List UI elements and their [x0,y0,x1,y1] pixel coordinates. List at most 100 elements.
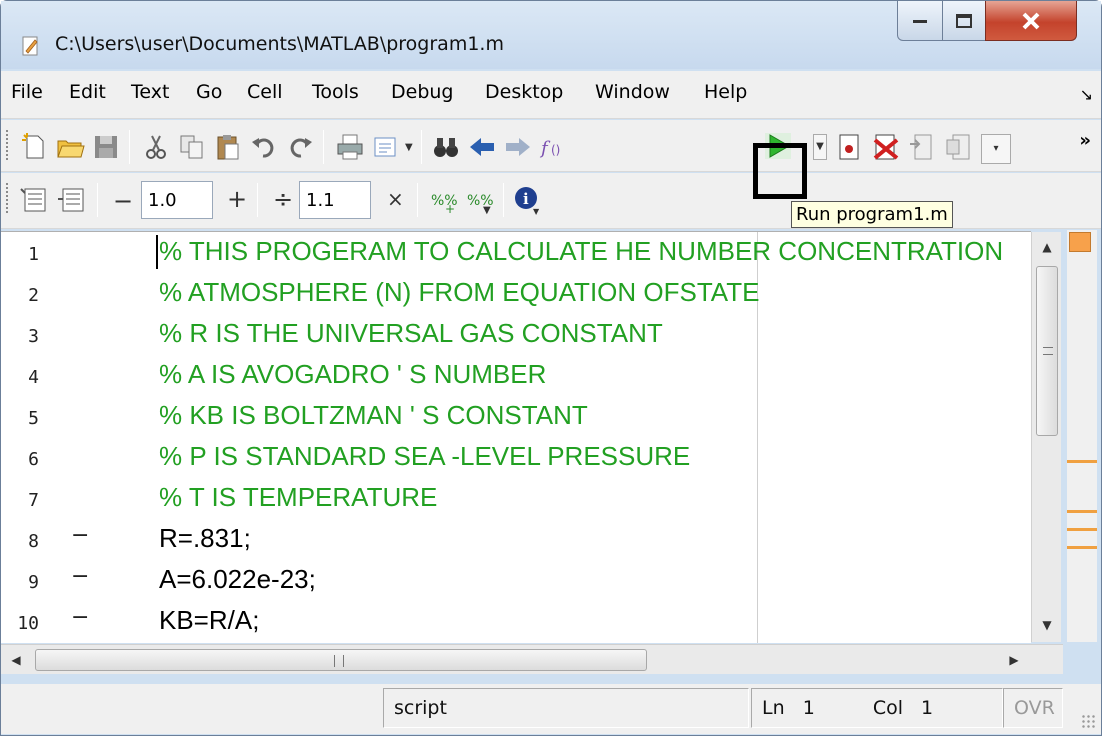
vertical-scrollbar[interactable]: ▲ ▼ [1031,232,1061,642]
status-bar: script Ln 1 Col 1 OVR [1,684,1101,734]
warning-marker[interactable] [1067,510,1097,513]
warning-marker[interactable] [1067,528,1097,531]
toolbar-separator [129,130,130,164]
run-dropdown-icon[interactable]: ▼ [813,134,827,160]
decrement-value-input[interactable]: 1.0 [141,181,213,219]
breakpoint-marker[interactable]: − [71,564,89,589]
menu-go[interactable]: Go [196,81,222,103]
copy-icon[interactable] [177,132,207,162]
code-line[interactable]: 8 − R=.831; [1,519,1031,560]
open-folder-icon[interactable] [55,132,85,162]
warning-marker[interactable] [1067,546,1097,549]
paste-icon[interactable] [213,132,243,162]
menu-file[interactable]: File [11,81,43,103]
publish-dropdown-icon[interactable]: ▼ [405,142,413,153]
statement-text: KB=R/A; [159,605,260,635]
step-in-icon[interactable] [943,132,973,162]
statement-text: R=.831; [159,523,251,553]
run-button-highlight [753,143,807,199]
horizontal-scroll-thumb[interactable] [35,649,647,671]
forward-arrow-icon[interactable] [503,132,533,162]
code-line[interactable]: 5 % KB IS BOLTZMAN ' S CONSTANT [1,396,1031,437]
overwrite-mode-status: OVR [1003,688,1063,728]
editor-toolbar: ▼ f() ▼ ▾ » [1,120,1101,172]
line-number: 5 [28,408,39,429]
show-cell-titles-icon[interactable]: %% ▼ [465,185,495,216]
divide-value-input[interactable]: 1.1 [299,181,371,219]
comment-text: % T IS TEMPERATURE [159,482,438,512]
step-icon[interactable] [907,132,937,162]
multiply-button[interactable]: × [387,187,404,211]
decrement-button[interactable]: − [113,187,133,215]
code-line[interactable]: 4 % A IS AVOGADRO ' S NUMBER [1,355,1031,396]
code-line[interactable]: 9 − A=6.022e-23; [1,560,1031,601]
more-tools-chevron-icon[interactable]: » [1079,130,1091,151]
maximize-button[interactable] [942,1,986,41]
svg-text:f: f [539,138,551,159]
menu-window[interactable]: Window [595,81,670,103]
menu-tools[interactable]: Tools [312,81,359,103]
breakpoint-marker[interactable]: − [71,605,89,630]
minimize-button[interactable] [897,1,943,41]
code-line[interactable]: 10 − KB=R/A; [1,601,1031,642]
vertical-scroll-thumb[interactable] [1036,266,1058,436]
save-icon[interactable] [91,132,121,162]
column-value: 1 [921,697,934,719]
toolbar-grip[interactable] [6,183,10,213]
scroll-right-arrow-icon[interactable]: ▶ [999,645,1029,675]
print-icon[interactable] [335,132,365,162]
line-label: Ln [762,697,785,719]
set-breakpoint-icon[interactable] [835,132,865,162]
breakpoint-marker[interactable]: − [71,523,89,548]
code-line[interactable]: 3 % R IS THE UNIVERSAL GAS CONSTANT [1,314,1031,355]
menu-help[interactable]: Help [704,81,747,103]
menu-edit[interactable]: Edit [69,81,106,103]
code-line[interactable]: 2 % ATMOSPHERE (N) FROM EQUATION OFSTATE [1,273,1031,314]
resize-grip-icon[interactable] [1081,714,1095,728]
comment-text: % R IS THE UNIVERSAL GAS CONSTANT [159,318,663,348]
toolbar-overflow-dropdown[interactable]: ▾ [981,134,1011,164]
back-arrow-icon[interactable] [467,132,497,162]
insert-cell-divider-icon[interactable]: %% + [429,185,459,216]
scroll-up-arrow-icon[interactable]: ▲ [1032,232,1062,262]
scroll-down-arrow-icon[interactable]: ▼ [1032,610,1062,640]
new-file-icon[interactable] [19,132,49,162]
warning-indicator-icon[interactable] [1069,232,1091,252]
title-bar: C:\Users\user\Documents\MATLAB\program1.… [1,1,1101,69]
close-button[interactable] [985,1,1077,41]
svg-text:(): () [551,143,560,157]
menu-text[interactable]: Text [131,81,169,103]
code-editor[interactable]: 1 % THIS PROGERAM TO CALCULATE HE NUMBER … [1,231,1031,643]
code-line[interactable]: 6 % P IS STANDARD SEA -LEVEL PRESSURE [1,437,1031,478]
toolbar-separator [421,130,422,164]
menu-desktop[interactable]: Desktop [485,81,563,103]
dock-arrow-icon[interactable]: ↘ [1080,85,1093,104]
code-line[interactable]: 1 % THIS PROGERAM TO CALCULATE HE NUMBER … [1,232,1031,273]
menu-cell[interactable]: Cell [247,81,283,103]
menu-debug[interactable]: Debug [391,81,453,103]
line-number: 2 [28,285,39,306]
redo-icon[interactable] [285,132,315,162]
toolbar-grip[interactable] [6,130,10,160]
find-binoculars-icon[interactable] [431,132,461,162]
toolbar-separator [503,183,504,217]
divide-button[interactable]: ÷ [273,185,293,213]
comment-text: % A IS AVOGADRO ' S NUMBER [159,359,547,389]
increment-button[interactable]: + [227,185,247,213]
cut-icon[interactable] [141,132,171,162]
publish-icon[interactable] [371,132,401,162]
warning-marker[interactable] [1067,460,1097,463]
clear-breakpoints-icon[interactable] [871,132,901,162]
line-number: 7 [28,490,39,511]
column-label: Col [872,697,903,719]
code-line[interactable]: 7 % T IS TEMPERATURE [1,478,1031,519]
function-icon[interactable]: f() [539,132,569,162]
horizontal-scrollbar[interactable]: ◀ ▶ [1,644,1063,674]
svg-text:i: i [523,190,529,208]
matlab-editor-window: C:\Users\user\Documents\MATLAB\program1.… [0,0,1102,736]
scroll-left-arrow-icon[interactable]: ◀ [1,645,31,675]
undo-icon[interactable] [249,132,279,162]
info-icon[interactable]: i ▼ [513,185,543,216]
evaluate-cell-icon[interactable] [19,185,49,215]
evaluate-and-advance-icon[interactable] [57,185,87,215]
